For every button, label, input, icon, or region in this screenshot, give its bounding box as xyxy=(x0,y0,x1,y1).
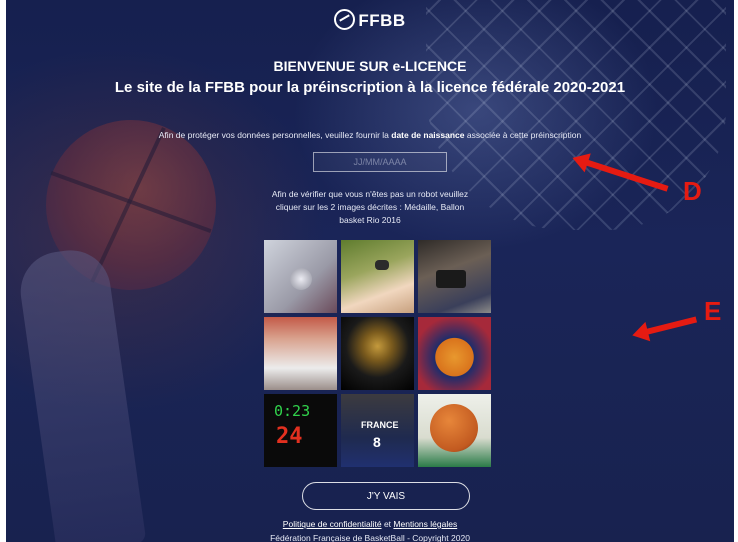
legal-links: Politique de confidentialité et Mentions… xyxy=(6,519,734,529)
jersey-text: FRANCE xyxy=(361,420,399,430)
annotation-label-e: E xyxy=(704,296,722,326)
captcha-image-grid: 0:23 24 FRANCE 8 xyxy=(264,240,495,469)
captcha-tile-whistle[interactable] xyxy=(341,240,414,313)
ffbb-logo-icon xyxy=(334,9,356,30)
links-separator: et xyxy=(383,519,392,529)
ffbb-logo: FFBB xyxy=(6,9,734,31)
annotation-label-d: D xyxy=(683,176,702,206)
submit-button[interactable]: J'Y VAIS xyxy=(302,482,470,510)
captcha-tile-shot-clock[interactable]: 0:23 24 xyxy=(264,394,337,467)
captcha-instructions: Afin de vérifier que vous n'êtes pas un … xyxy=(271,189,469,225)
net-background-image xyxy=(426,0,726,230)
page-title: BIENVENUE SUR e-LICENCE xyxy=(273,58,467,74)
captcha-tile-medal[interactable] xyxy=(264,240,337,313)
captcha-tile-3x3-ball[interactable] xyxy=(418,317,491,390)
logo-text: FFBB xyxy=(358,11,406,30)
dob-instructions-after: associée à cette préinscription xyxy=(464,130,582,140)
captcha-tile-trophy[interactable] xyxy=(341,317,414,390)
page-background: FFBB BIENVENUE SUR e-LICENCE Le site de … xyxy=(6,0,734,542)
dob-instructions-before: Afin de protéger vos données personnelle… xyxy=(158,130,392,140)
captcha-tile-basketball[interactable] xyxy=(418,394,491,467)
captcha-tile-camera[interactable] xyxy=(418,240,491,313)
ball-seam xyxy=(50,171,212,233)
captcha-tile-shoes[interactable] xyxy=(264,317,337,390)
shot-clock-seconds: 24 xyxy=(276,424,303,449)
footer-copyright: Fédération Française de BasketBall - Cop… xyxy=(270,533,470,542)
shot-clock-time: 0:23 xyxy=(274,402,311,420)
privacy-policy-link[interactable]: Politique de confidentialité xyxy=(283,519,382,529)
dob-instructions: Afin de protéger vos données personnelle… xyxy=(6,130,734,140)
birthdate-input[interactable] xyxy=(313,152,447,172)
jersey-number: 8 xyxy=(373,434,381,450)
legal-notice-link[interactable]: Mentions légales xyxy=(393,519,457,529)
page-subtitle: Le site de la FFBB pour la préinscriptio… xyxy=(114,79,626,96)
ball-seam xyxy=(90,127,166,283)
dob-instructions-bold: date de naissance xyxy=(391,130,465,140)
captcha-tile-jersey[interactable]: FRANCE 8 xyxy=(341,394,414,467)
